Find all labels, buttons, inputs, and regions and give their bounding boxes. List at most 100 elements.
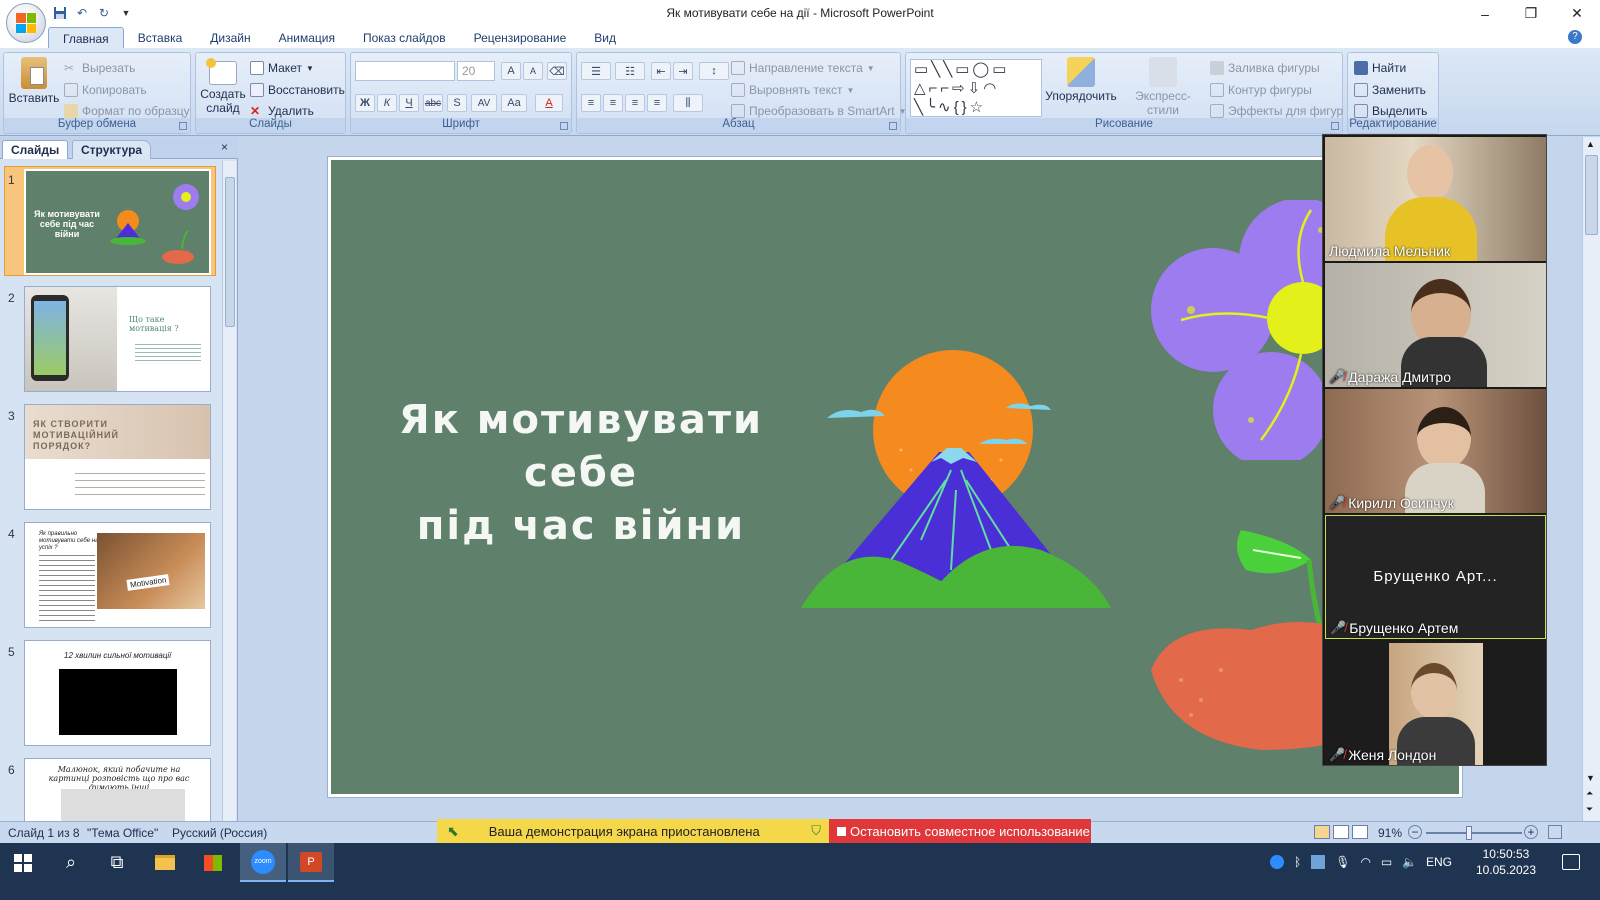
zoom-level[interactable]: 91%	[1378, 826, 1402, 840]
video-tile-active-speaker[interactable]: Брущенко Арт... 🎤̸ Брущенко Артем	[1325, 515, 1546, 639]
delete-slide-button[interactable]: ✕ Удалить	[250, 104, 314, 118]
video-tile[interactable]: Людмила Мельник	[1325, 137, 1546, 261]
tab-insert[interactable]: Вставка	[124, 27, 197, 48]
increase-indent-icon[interactable]: ⇥	[673, 62, 693, 80]
shape-effects-button[interactable]: Эффекты для фигур	[1210, 104, 1343, 118]
grow-font-button[interactable]: A	[501, 62, 521, 80]
slide-thumbnail-4[interactable]: Як правильно мотивувати себе на успіх ? …	[24, 522, 211, 628]
quick-styles-button[interactable]: Экспресс-стили	[1120, 57, 1206, 117]
tab-design[interactable]: Дизайн	[196, 27, 264, 48]
drawing-dialog-launcher-icon[interactable]	[1331, 122, 1339, 130]
editor-scrollbar[interactable]: ▲ ▼ ⏶ ⏷	[1582, 137, 1600, 821]
notifications-icon[interactable]	[1562, 854, 1580, 870]
tab-review[interactable]: Рецензирование	[460, 27, 581, 48]
prev-slide-icon[interactable]: ⏶	[1586, 788, 1593, 799]
scroll-down-icon[interactable]: ▼	[1586, 773, 1595, 783]
thumbnails-scrollbar[interactable]	[222, 161, 236, 821]
slide-thumbnail-3[interactable]: ЯК СТВОРИТИ МОТИВАЦІЙНИЙ ПОРЯДОК?	[24, 404, 211, 510]
slide-thumbnail-2[interactable]: Що таке мотивація ?	[24, 286, 211, 392]
change-case-button[interactable]: Aa	[501, 94, 527, 112]
wifi-icon[interactable]: ◠	[1360, 855, 1370, 869]
normal-view-icon[interactable]	[1314, 825, 1330, 839]
layout-button[interactable]: Макет ▼	[250, 61, 314, 75]
slide-thumbnail-5[interactable]: 12 хвилин сильної мотивації	[24, 640, 211, 746]
justify-icon[interactable]: ≡	[647, 94, 667, 112]
fit-to-window-icon[interactable]	[1548, 825, 1562, 839]
bullets-icon[interactable]: ☰	[581, 62, 611, 80]
close-button[interactable]: ✕	[1554, 0, 1600, 27]
arrange-button[interactable]: Упорядочить	[1045, 57, 1117, 103]
shadow-button[interactable]: S	[447, 94, 467, 112]
help-icon[interactable]: ?	[1568, 30, 1582, 44]
underline-button[interactable]: Ч	[399, 94, 419, 112]
cut-button[interactable]: ✂ Вырезать	[64, 61, 135, 75]
align-center-icon[interactable]: ≡	[603, 94, 623, 112]
text-direction-button[interactable]: Направление текста ▼	[731, 61, 875, 75]
video-tile[interactable]: 🎤̸ Женя Лондон	[1325, 641, 1546, 765]
scroll-up-icon[interactable]: ▲	[1586, 139, 1595, 149]
language-indicator[interactable]: Русский (Россия)	[172, 826, 267, 840]
windows-start-icon[interactable]	[0, 843, 46, 882]
file-explorer-icon[interactable]	[142, 843, 188, 882]
shape-fill-button[interactable]: Заливка фигуры	[1210, 61, 1320, 75]
maximize-button[interactable]: ❐	[1508, 0, 1554, 27]
editor-scroll-thumb[interactable]	[1585, 155, 1598, 235]
char-spacing-button[interactable]: AV	[471, 94, 497, 112]
paste-button[interactable]: Вставить	[8, 57, 60, 105]
align-text-button[interactable]: Выровнять текст ▼	[731, 83, 854, 97]
reset-button[interactable]: Восстановить	[250, 83, 345, 97]
align-left-icon[interactable]: ≡	[581, 94, 601, 112]
office-button[interactable]	[6, 3, 46, 43]
numbering-icon[interactable]: ☷	[615, 62, 645, 80]
tab-home[interactable]: Главная	[48, 27, 124, 48]
zoom-slider[interactable]	[1426, 826, 1522, 840]
slide-thumbnail-6[interactable]: Малюнок, який побачите на картинці розпо…	[24, 758, 211, 821]
smartart-button[interactable]: Преобразовать в SmartArt ▼	[731, 104, 906, 118]
zoom-slider-thumb[interactable]	[1466, 826, 1472, 840]
bluetooth-icon[interactable]: ᛒ	[1294, 855, 1301, 869]
new-slide-button[interactable]: Создать слайд	[200, 57, 246, 115]
video-tile[interactable]: 🎤̸ Кирилл Осипчук	[1325, 389, 1546, 513]
slideshow-view-icon[interactable]	[1352, 825, 1368, 839]
battery-icon[interactable]: ▭	[1381, 855, 1392, 869]
app-tray-icon[interactable]	[1311, 855, 1326, 869]
tab-animation[interactable]: Анимация	[265, 27, 349, 48]
tab-outline[interactable]: Структура	[72, 140, 152, 159]
current-slide[interactable]: Як мотивувати себе під час війни	[328, 157, 1462, 797]
align-right-icon[interactable]: ≡	[625, 94, 645, 112]
shape-outline-button[interactable]: Контур фигуры	[1210, 83, 1312, 97]
zoom-tray-icon[interactable]	[1270, 855, 1284, 869]
strikethrough-button[interactable]: abc	[423, 94, 443, 112]
task-view-icon[interactable]: ⧉	[94, 843, 140, 882]
clipboard-dialog-launcher-icon[interactable]	[179, 122, 187, 130]
format-painter-button[interactable]: Формат по образцу	[64, 104, 190, 118]
bold-button[interactable]: Ж	[355, 94, 375, 112]
font-name-dropdown[interactable]	[355, 61, 455, 81]
shrink-font-button[interactable]: A	[523, 62, 543, 80]
font-dialog-launcher-icon[interactable]	[560, 122, 568, 130]
powerpoint-app-icon[interactable]: P	[288, 843, 334, 882]
font-size-dropdown[interactable]: 20	[457, 61, 495, 81]
stop-share-button[interactable]: Остановить совместное использование	[829, 819, 1091, 843]
volume-icon[interactable]: 🔈	[1402, 855, 1417, 869]
zoom-app-icon[interactable]: zoom	[240, 843, 286, 882]
minimize-button[interactable]: –	[1462, 0, 1508, 27]
find-button[interactable]: Найти	[1354, 61, 1406, 75]
tab-slides[interactable]: Слайды	[2, 140, 69, 159]
shapes-gallery[interactable]: ▭╲╲▭◯▭ △⌐⌐⇨⇩◠ ╲╰∿{}☆	[910, 59, 1042, 117]
zoom-out-icon[interactable]: −	[1408, 825, 1422, 839]
columns-icon[interactable]: ⫼	[673, 94, 703, 112]
paragraph-dialog-launcher-icon[interactable]	[889, 122, 897, 130]
copy-button[interactable]: Копировать	[64, 83, 147, 97]
decrease-indent-icon[interactable]: ⇤	[651, 62, 671, 80]
font-color-button[interactable]: A	[535, 94, 563, 112]
line-spacing-icon[interactable]: ↕	[699, 62, 729, 80]
system-clock[interactable]: 10:50:53 10.05.2023	[1476, 846, 1536, 878]
slide-thumbnail-1[interactable]: Як мотивувати себе під час війни	[24, 169, 211, 275]
video-tile[interactable]: 🎤̸ Даража Дмитро	[1325, 263, 1546, 387]
next-slide-icon[interactable]: ⏷	[1586, 804, 1593, 815]
select-button[interactable]: Выделить	[1354, 104, 1427, 118]
tab-slideshow[interactable]: Показ слайдов	[349, 27, 460, 48]
slide-title[interactable]: Як мотивувати себе під час війни	[371, 394, 791, 553]
italic-button[interactable]: К	[377, 94, 397, 112]
